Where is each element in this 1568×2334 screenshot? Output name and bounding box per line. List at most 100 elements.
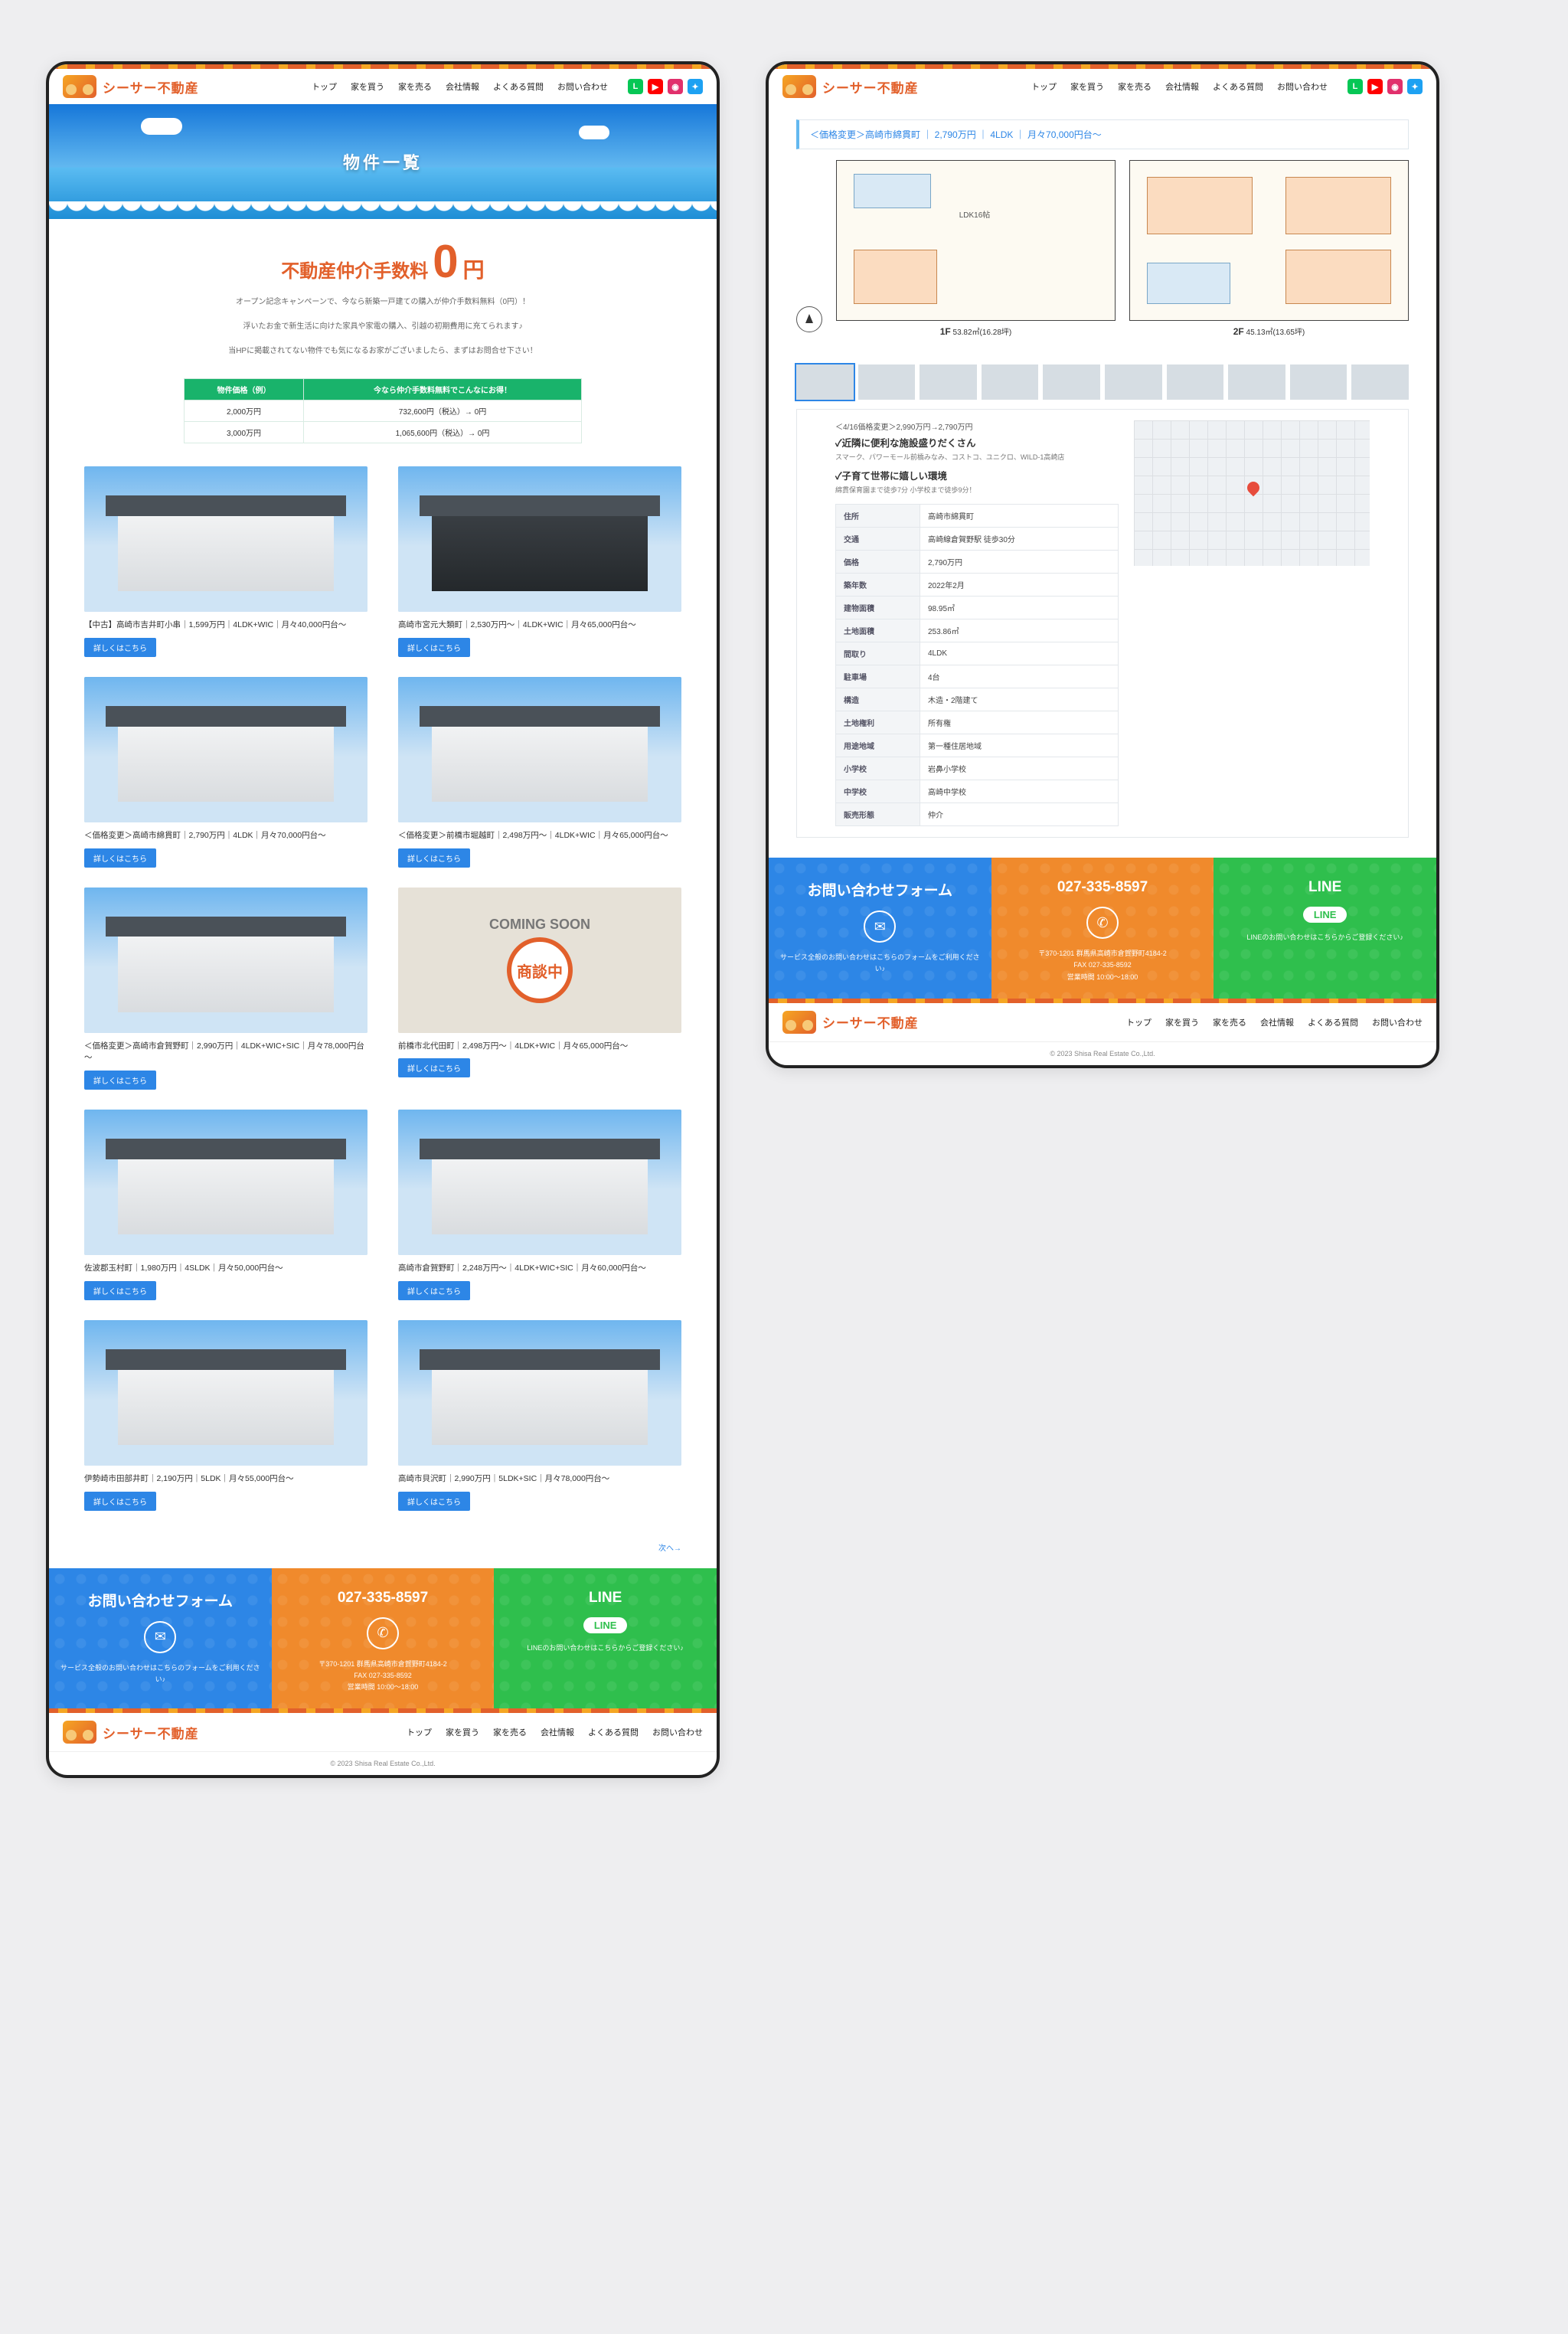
feature-heading: ✓子育て世帯に嬉しい環境 [835,468,1119,482]
cta-phone[interactable]: 027-335-8597 ✆ 〒370-1201 群馬県高崎市倉賀野町4184-… [991,858,1214,999]
listing-title: 佐波郡玉村町｜1,980万円｜4SLDK｜月々50,000円台～ [84,1263,368,1275]
detail-button[interactable]: 詳しくはこちら [84,1071,156,1090]
listing-card[interactable]: 高崎市貝沢町｜2,990万円｜5LDK+SIC｜月々78,000円台～詳しくはこ… [398,1320,681,1511]
main-nav: トップ 家を買う 家を売る 会社情報 よくある質問 お問い合わせ [312,80,608,93]
nav-sell[interactable]: 家を売る [493,1726,527,1738]
phone-icon: ✆ [1086,907,1119,939]
detail-button[interactable]: 詳しくはこちら [84,1281,156,1300]
detail-button[interactable]: 詳しくはこちら [84,638,156,657]
cta-line[interactable]: LINE LINE LINEのお問い合わせはこちらからご登録ください♪ [1214,858,1436,999]
thumb[interactable] [1290,364,1348,400]
thumb[interactable] [982,364,1039,400]
spec-key: 築年数 [836,574,920,597]
nav-buy[interactable]: 家を買う [351,80,384,93]
detail-button[interactable]: 詳しくはこちら [398,638,470,657]
listing-title: ＜価格変更＞高崎市倉賀野町｜2,990万円｜4LDK+WIC+SIC｜月々78,… [84,1041,368,1065]
nav-sell[interactable]: 家を売る [398,80,432,93]
line-icon[interactable]: L [1348,79,1363,94]
listing-card[interactable]: ＜価格変更＞前橋市堀越町｜2,498万円～｜4LDK+WIC｜月々65,000円… [398,677,681,868]
spec-key: 用途地域 [836,734,920,757]
thumb[interactable] [796,364,854,400]
line-icon[interactable]: L [628,79,643,94]
listing-card[interactable]: ＜価格変更＞高崎市綿貫町｜2,790万円｜4LDK｜月々70,000円台～詳しく… [84,677,368,868]
thumb[interactable] [1043,364,1100,400]
header: シーサー不動産 トップ 家を買う 家を売る 会社情報 よくある質問 お問い合わせ… [49,69,717,104]
detail-button[interactable]: 詳しくはこちら [398,1058,470,1077]
nav-top[interactable]: トップ [1031,80,1057,93]
thumb[interactable] [858,364,916,400]
listing-card[interactable]: 佐波郡玉村町｜1,980万円｜4SLDK｜月々50,000円台～ 詳しくはこちら [84,1110,368,1300]
logo[interactable]: シーサー不動産 [782,75,919,98]
promo-pre: 不動産仲介手数料 [281,256,428,283]
thumb[interactable] [1228,364,1285,400]
thumb[interactable] [920,364,977,400]
instagram-icon[interactable]: ◉ [1387,79,1403,94]
compass-icon [796,306,822,332]
youtube-icon[interactable]: ▶ [648,79,663,94]
spec-key: 住所 [836,505,920,528]
spec-val: 所有権 [920,711,1119,734]
nav-contact[interactable]: お問い合わせ [652,1726,703,1738]
cta-form[interactable]: お問い合わせフォーム ✉ サービス全般のお問い合わせはこちらのフォームをご利用く… [769,858,991,999]
twitter-icon[interactable]: ✦ [688,79,703,94]
nav-buy[interactable]: 家を買う [446,1726,479,1738]
cta-fax: FAX 027-335-8592 [283,1670,484,1682]
cta-phone[interactable]: 027-335-8597 ✆ 〒370-1201 群馬県高崎市倉賀野町4184-… [272,1568,495,1709]
listing-title: ＜価格変更＞前橋市堀越町｜2,498万円～｜4LDK+WIC｜月々65,000円… [398,830,681,842]
spec-key: 販売形態 [836,803,920,826]
cta-line-msg: LINEのお問い合わせはこちらからご登録ください♪ [505,1643,706,1654]
floor-plan-1f[interactable]: LDK16帖 1F 53.82㎡(16.28坪) [836,160,1116,337]
footer: シーサー不動産 トップ 家を買う 家を売る 会社情報 よくある質問 お問い合わせ [769,1003,1436,1041]
next-page-link[interactable]: 次へ→ [658,1545,681,1553]
nav-buy[interactable]: 家を買う [1070,80,1104,93]
detail-button[interactable]: 詳しくはこちら [84,848,156,868]
nav-sell[interactable]: 家を売る [1213,1016,1246,1028]
listing-card[interactable]: 伊勢崎市田部井町｜2,190万円｜5LDK｜月々55,000円台～詳しくはこちら [84,1320,368,1511]
nav-top[interactable]: トップ [407,1726,432,1738]
footer-logo[interactable]: シーサー不動産 [63,1721,199,1744]
thumb[interactable] [1167,364,1224,400]
nav-company[interactable]: 会社情報 [1260,1016,1294,1028]
nav-contact[interactable]: お問い合わせ [1277,80,1328,93]
thumb[interactable] [1105,364,1162,400]
nav-company[interactable]: 会社情報 [446,80,479,93]
twitter-icon[interactable]: ✦ [1407,79,1423,94]
cta-form[interactable]: お問い合わせフォーム ✉ サービス全般のお問い合わせはこちらのフォームをご利用く… [49,1568,272,1709]
page-title: 物件一覧 [49,104,717,219]
listing-title: 【中古】高崎市吉井町小串｜1,599万円｜4LDK+WIC｜月々40,000円台… [84,619,368,632]
listing-card[interactable]: 高崎市倉賀野町｜2,248万円～｜4LDK+WIC+SIC｜月々60,000円台… [398,1110,681,1300]
nav-top[interactable]: トップ [312,80,337,93]
copyright: © 2023 Shisa Real Estate Co.,Ltd. [49,1751,717,1775]
nav-top[interactable]: トップ [1126,1016,1152,1028]
detail-button[interactable]: 詳しくはこちら [84,1492,156,1511]
nav-sell[interactable]: 家を売る [1118,80,1152,93]
listing-card[interactable]: 高崎市宮元大類町｜2,530万円～｜4LDK+WIC｜月々65,000円台～詳し… [398,466,681,657]
listing-card[interactable]: ＜価格変更＞高崎市倉賀野町｜2,990万円｜4LDK+WIC+SIC｜月々78,… [84,888,368,1090]
floor-plan-2f[interactable]: 2F 45.13㎡(13.65坪) [1129,160,1409,337]
nav-faq[interactable]: よくある質問 [1213,80,1263,93]
listing-card[interactable]: COMING SOON商談中前橋市北代田町｜2,498万円～｜4LDK+WIC｜… [398,888,681,1090]
map[interactable] [1134,420,1370,566]
spec-key: 価格 [836,551,920,574]
cta-line[interactable]: LINE LINE LINEのお問い合わせはこちらからご登録ください♪ [494,1568,717,1709]
listing-card[interactable]: 【中古】高崎市吉井町小串｜1,599万円｜4LDK+WIC｜月々40,000円台… [84,466,368,657]
detail-button[interactable]: 詳しくはこちら [398,848,470,868]
detail-button[interactable]: 詳しくはこちら [398,1492,470,1511]
detail-button[interactable]: 詳しくはこちら [398,1281,470,1300]
logo[interactable]: シーサー不動産 [63,75,199,98]
youtube-icon[interactable]: ▶ [1367,79,1383,94]
footer-logo[interactable]: シーサー不動産 [782,1011,919,1034]
promo-zero: 0 [433,239,458,285]
nav-buy[interactable]: 家を買う [1165,1016,1199,1028]
thumb[interactable] [1351,364,1409,400]
nav-contact[interactable]: お問い合わせ [557,80,608,93]
nav-company[interactable]: 会社情報 [1165,80,1199,93]
spec-val: 第一種住居地域 [920,734,1119,757]
instagram-icon[interactable]: ◉ [668,79,683,94]
cell: 1,065,600円（税込）→ 0円 [304,422,582,443]
nav-company[interactable]: 会社情報 [541,1726,574,1738]
nav-contact[interactable]: お問い合わせ [1372,1016,1423,1028]
nav-faq[interactable]: よくある質問 [588,1726,639,1738]
nav-faq[interactable]: よくある質問 [493,80,544,93]
nav-faq[interactable]: よくある質問 [1308,1016,1358,1028]
